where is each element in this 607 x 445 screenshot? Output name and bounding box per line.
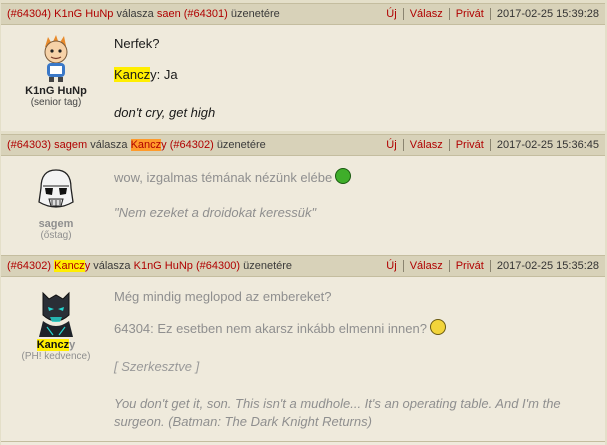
confused-smiley-icon <box>429 319 446 335</box>
user-name-highlight: Kancz <box>36 339 70 351</box>
post-header: (#64302) Kanczy válasza K1nG HuNp (#6430… <box>1 255 605 277</box>
post-date: 2017-02-25 15:35:28 <box>496 260 599 272</box>
quote-text: : Ja <box>156 67 178 82</box>
user-info: K1nG HuNp (senior tag) <box>1 33 111 109</box>
post-body: K1nG HuNp (senior tag) Nerfek? Kanczy: J… <box>1 25 605 131</box>
user-rank: (senior tag) <box>30 97 82 108</box>
user-rank: (őstag) <box>40 230 72 241</box>
new-link[interactable]: Új <box>386 139 404 151</box>
user-name[interactable]: Kanczy <box>1 339 111 351</box>
author-link[interactable]: sagem <box>54 139 87 151</box>
reply-word: válasza <box>116 8 154 20</box>
target-user-link[interactable]: Kanczy <box>130 139 167 151</box>
post-header: (#64304) K1nG HuNp válasza saen (#64301)… <box>1 3 605 25</box>
reply-suffix: üzenetére <box>243 260 293 272</box>
reply-suffix: üzenetére <box>216 139 266 151</box>
target-number-link[interactable]: (#64300) <box>196 260 240 272</box>
signature: "Nem ezeket a droidokat keressük" <box>114 205 317 220</box>
target-number-link[interactable]: (#64301) <box>184 8 228 20</box>
reply-link[interactable]: Válasz <box>404 139 450 151</box>
message-line: Még mindig meglopod az embereket? <box>114 289 332 304</box>
target-user-link[interactable]: K1nG HuNp <box>134 260 193 272</box>
author-rest: y <box>84 260 91 272</box>
author-link[interactable]: Kanczy <box>54 260 90 272</box>
user-info: sagem (őstag) <box>1 166 111 242</box>
quote-line: Kanczy: Ja <box>114 67 595 82</box>
message-line: wow, izgalmas témának nézünk elébe <box>114 168 595 185</box>
post-64302: (#64302) Kanczy válasza K1nG HuNp (#6430… <box>1 255 605 445</box>
author-link[interactable]: K1nG HuNp <box>54 8 113 20</box>
post-date: 2017-02-25 15:39:28 <box>496 8 599 20</box>
user-rank: (PH! kedvence) <box>21 351 91 362</box>
divider <box>1 441 605 442</box>
message-line-2: 64304: Ez esetben nem akarsz inkább elme… <box>114 319 595 336</box>
message-line: Nerfek? <box>114 36 160 51</box>
private-link[interactable]: Privát <box>450 260 491 272</box>
new-link[interactable]: Új <box>386 260 404 272</box>
post-body: sagem (őstag) wow, izgalmas témának nézü… <box>1 156 605 255</box>
target-user-highlight: Kancz <box>130 139 162 151</box>
post-64304: (#64304) K1nG HuNp válasza saen (#64301)… <box>1 3 605 131</box>
private-link[interactable]: Privát <box>450 139 491 151</box>
avatar[interactable] <box>33 166 79 216</box>
post-body: Kanczy (PH! kedvence) Még mindig meglopo… <box>1 277 605 445</box>
reply-word: válasza <box>93 260 131 272</box>
message-text: wow, izgalmas témának nézünk elébe <box>114 170 333 185</box>
message-text: 64304: Ez esetben nem akarsz inkább elme… <box>114 321 427 336</box>
reply-link[interactable]: Válasz <box>404 8 450 20</box>
alien-smiley-icon <box>335 168 352 184</box>
post-date: 2017-02-25 15:36:45 <box>496 139 599 151</box>
reply-word: válasza <box>90 139 128 151</box>
quoted-user-highlight: Kancz <box>114 67 151 82</box>
user-name-rest: y <box>69 339 76 351</box>
signature: You don't get it, son. This isn't a mudh… <box>114 396 561 429</box>
target-number-link[interactable]: (#64302) <box>170 139 214 151</box>
post-number-link[interactable]: (#64302) <box>7 260 51 272</box>
private-link[interactable]: Privát <box>450 8 491 20</box>
edited-marker[interactable]: [ Szerkesztve ] <box>114 359 199 374</box>
user-name[interactable]: K1nG HuNp <box>1 85 111 97</box>
post-number-link[interactable]: (#64303) <box>7 139 51 151</box>
signature: don't cry, get high <box>114 105 216 120</box>
reply-suffix: üzenetére <box>230 8 280 20</box>
post-64303: (#64303) sagem válasza Kanczy (#64302) ü… <box>1 134 605 255</box>
avatar[interactable] <box>33 287 79 337</box>
post-header: (#64303) sagem válasza Kanczy (#64302) ü… <box>1 134 605 156</box>
post-number-link[interactable]: (#64304) <box>7 8 51 20</box>
user-name[interactable]: sagem <box>1 218 111 230</box>
author-highlight: Kancz <box>54 260 85 272</box>
target-user-link[interactable]: saen <box>157 8 181 20</box>
reply-link[interactable]: Válasz <box>404 260 450 272</box>
user-info: Kanczy (PH! kedvence) <box>1 287 111 363</box>
target-user-rest: y <box>161 139 167 151</box>
avatar[interactable] <box>33 33 79 83</box>
new-link[interactable]: Új <box>386 8 404 20</box>
